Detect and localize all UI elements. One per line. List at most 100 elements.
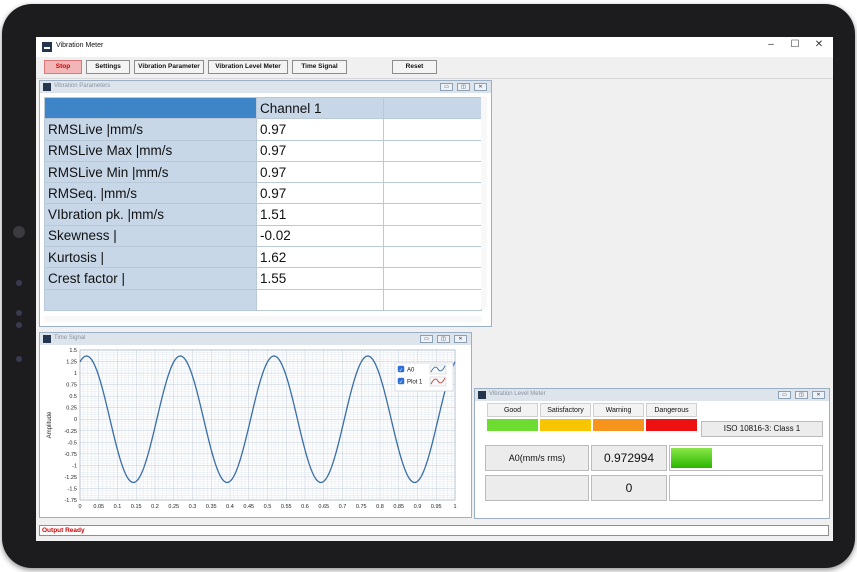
table-row: Kurtosis | 1.62 <box>44 246 482 269</box>
time-signal-frame: Time Signal ▭ ◫ ✕ 0 0.05 0.1 0.15 0.2 0.25 0.3… <box>39 332 472 518</box>
y-tick-label: 0.25 <box>66 406 77 412</box>
status-bar: Output Ready <box>36 522 833 541</box>
title-bar: Vibration Meter – ☐ ✕ <box>36 37 833 57</box>
screen: Vibration Meter – ☐ ✕ Stop Settings Vibr… <box>36 37 833 541</box>
frame-minimize-button[interactable]: ▭ <box>778 391 791 399</box>
frame-minimize-button[interactable]: ▭ <box>440 83 453 91</box>
second-reading-value: 0 <box>591 475 667 501</box>
y-tick-label: 0 <box>74 417 77 423</box>
x-tick-label: 0.25 <box>168 504 179 510</box>
status-text: Output Ready <box>39 525 829 536</box>
y-tick-label: 1 <box>74 371 77 377</box>
frame-restore-button[interactable]: ◫ <box>437 335 450 343</box>
frame-restore-button[interactable]: ◫ <box>457 83 470 91</box>
reset-button[interactable]: Reset <box>392 60 437 74</box>
row-empty <box>383 139 482 162</box>
y-tick-label: -1.75 <box>64 498 77 504</box>
vibration-parameters-frame: Vibration Parameters ▭ ◫ ✕ Channel 1 RMS… <box>39 80 492 327</box>
y-axis-label: Amplitude <box>47 411 53 438</box>
row-empty <box>383 267 482 290</box>
x-tick-label: 0.1 <box>114 504 122 510</box>
row-value[interactable]: 0.97 <box>256 118 384 141</box>
maximize-button[interactable]: ☐ <box>788 39 802 50</box>
table-row: VIbration pk. |mm/s 1.51 <box>44 203 482 226</box>
row-label: Crest factor | <box>44 267 257 290</box>
time-signal-button[interactable]: Time Signal <box>292 60 347 74</box>
row-label: RMSeq. |mm/s <box>44 182 257 205</box>
vertical-scrollbar[interactable] <box>481 97 487 309</box>
frame-title-bar[interactable]: Time Signal ▭ ◫ ✕ <box>40 333 471 345</box>
stop-button[interactable]: Stop <box>44 60 82 74</box>
table-row: RMSLive Max |mm/s 0.97 <box>44 139 482 162</box>
row-empty <box>383 182 482 205</box>
row-empty <box>383 246 482 269</box>
frame-close-button[interactable]: ✕ <box>454 335 467 343</box>
check-icon: ✓ <box>399 380 403 386</box>
row-value[interactable]: 1.51 <box>256 203 384 226</box>
row-value[interactable]: 0.97 <box>256 139 384 162</box>
settings-button[interactable]: Settings <box>86 60 130 74</box>
frame-title: Vibration Parameters <box>54 83 111 89</box>
x-tick-label: 0.6 <box>301 504 309 510</box>
table-row <box>44 288 482 311</box>
check-icon: ✓ <box>399 368 403 374</box>
table-header-row: Channel 1 <box>44 96 482 120</box>
y-tick-label: 0.5 <box>69 394 77 400</box>
minimize-button[interactable]: – <box>764 39 778 50</box>
x-tick-label: 0.5 <box>264 504 272 510</box>
frame-restore-button[interactable]: ◫ <box>795 391 808 399</box>
vibration-parameter-button[interactable]: Vibration Parameter <box>134 60 204 74</box>
table-row: RMSLive Min |mm/s 0.97 <box>44 160 482 184</box>
y-tick-label: -1 <box>72 463 77 469</box>
side-dot <box>16 356 22 362</box>
table-row: Crest factor | 1.55 <box>44 267 482 290</box>
table-row: RMSeq. |mm/s 0.97 <box>44 182 482 205</box>
level-label-dangerous: Dangerous <box>646 403 697 417</box>
row-value[interactable]: 0.97 <box>256 160 384 184</box>
level-meter-bar <box>669 445 823 471</box>
y-tick-label: 0.75 <box>66 383 77 389</box>
side-dot <box>16 322 22 328</box>
frame-title: Vibration Level Meter <box>489 391 546 397</box>
y-tick-label: 1.25 <box>66 360 77 366</box>
x-tick-label: 0.05 <box>93 504 104 510</box>
legend-label: Plot 1 <box>407 380 423 386</box>
row-label: RMSLive Min |mm/s <box>44 160 257 184</box>
level-meter-fill <box>671 448 712 468</box>
row-value[interactable]: -0.02 <box>256 224 384 248</box>
row-empty <box>383 288 482 311</box>
x-tick-label: 0.55 <box>281 504 292 510</box>
row-value[interactable]: 0.97 <box>256 182 384 205</box>
row-value[interactable]: 1.62 <box>256 246 384 269</box>
row-value[interactable]: 1.55 <box>256 267 384 290</box>
side-dot <box>16 310 22 316</box>
frame-close-button[interactable]: ✕ <box>474 83 487 91</box>
y-tick-label: -0.5 <box>68 440 77 446</box>
level-color-dangerous <box>646 419 697 431</box>
frame-title-bar[interactable]: Vibration Parameters ▭ ◫ ✕ <box>40 81 491 93</box>
horizontal-scrollbar[interactable] <box>44 316 482 322</box>
frame-title-bar[interactable]: Vibration Level Meter ▭ ◫ ✕ <box>475 389 829 401</box>
x-tick-label: 0.8 <box>376 504 384 510</box>
vibration-level-meter-button[interactable]: Vibration Level Meter <box>208 60 288 74</box>
table-row: Skewness | -0.02 <box>44 224 482 248</box>
row-empty <box>383 160 482 184</box>
y-tick-label: -0.75 <box>64 452 77 458</box>
frame-minimize-button[interactable]: ▭ <box>420 335 433 343</box>
frame-icon <box>43 83 51 91</box>
level-label-good: Good <box>487 403 538 417</box>
channel-header: Channel 1 <box>256 96 384 120</box>
header-corner-cell <box>44 96 257 120</box>
window-title: Vibration Meter <box>56 42 104 49</box>
x-tick-label: 0.35 <box>206 504 217 510</box>
row-value <box>256 288 384 311</box>
x-tick-label: 0.7 <box>339 504 347 510</box>
time-signal-chart[interactable]: 0 0.05 0.1 0.15 0.2 0.25 0.3 0.35 0.4 0.45 0.5 0.55… <box>40 345 471 517</box>
channel-label-empty <box>485 475 589 501</box>
row-label: RMSLive Max |mm/s <box>44 139 257 162</box>
row-label: RMSLive |mm/s <box>44 118 257 141</box>
close-button[interactable]: ✕ <box>812 39 826 50</box>
row-label <box>44 288 257 311</box>
side-dot <box>16 280 22 286</box>
frame-close-button[interactable]: ✕ <box>812 391 825 399</box>
